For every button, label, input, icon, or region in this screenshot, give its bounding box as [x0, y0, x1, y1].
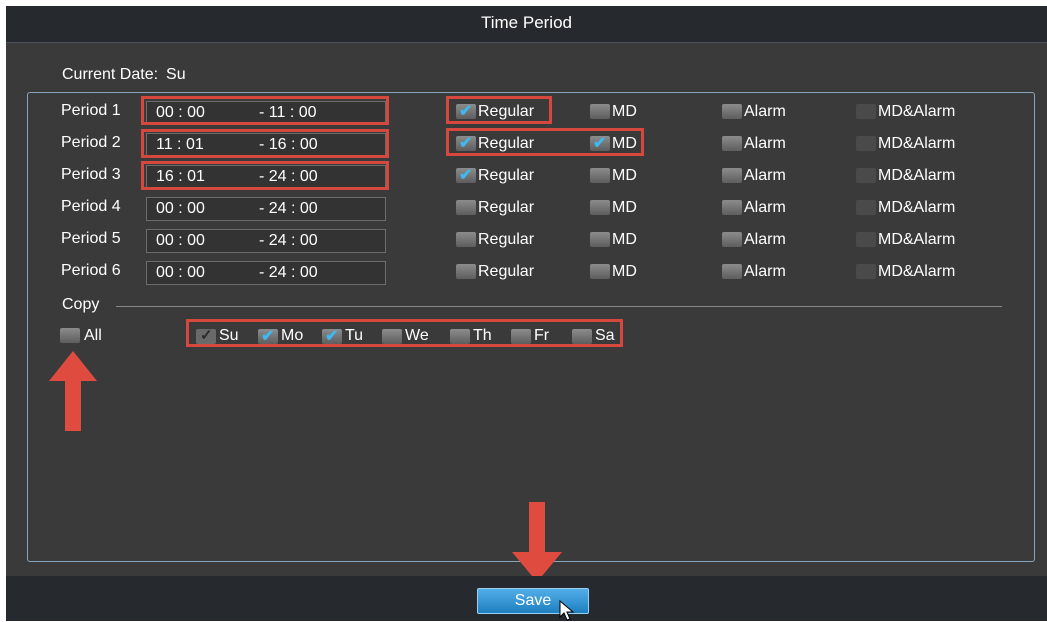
current-date: Current Date: Su	[62, 66, 186, 84]
mouse-cursor-icon	[559, 600, 575, 621]
md-checkbox[interactable]	[590, 200, 610, 215]
md-alarm-checkbox[interactable]	[856, 104, 876, 119]
start-time[interactable]: 00 : 00	[156, 198, 205, 220]
copy-label: Copy	[62, 296, 100, 313]
md-alarm-checkbox[interactable]	[856, 232, 876, 247]
period-row-6: Period 6 00 : 00 - 24 : 00 Regular MD Ala…	[28, 259, 1034, 285]
md-checkbox[interactable]	[590, 104, 610, 119]
regular-checkbox[interactable]	[456, 264, 476, 279]
alarm-label: Alarm	[744, 135, 786, 152]
time-range-input[interactable]: 00 : 00 - 24 : 00	[146, 197, 386, 221]
md-checkbox[interactable]	[590, 168, 610, 183]
alarm-checkbox[interactable]	[722, 168, 742, 183]
md-label: MD	[612, 231, 637, 248]
alarm-label: Alarm	[744, 103, 786, 120]
alarm-label: Alarm	[744, 199, 786, 216]
time-period-window: Time Period Current Date: Su Period 1 00 …	[6, 6, 1047, 621]
end-time[interactable]: - 24 : 00	[259, 230, 318, 252]
md-label: MD	[612, 263, 637, 280]
alarm-label: Alarm	[744, 231, 786, 248]
md-alarm-checkbox[interactable]	[856, 200, 876, 215]
mo-checkbox[interactable]	[258, 326, 278, 346]
regular-label: Regular	[478, 263, 535, 280]
regular-label: Regular	[478, 199, 535, 216]
tu-checkbox[interactable]	[322, 326, 342, 346]
current-date-label: Current Date:	[62, 66, 159, 83]
tu-label: Tu	[345, 327, 364, 344]
sa-label: Sa	[595, 327, 615, 344]
highlight-regular-md-2	[446, 128, 644, 156]
regular-checkbox[interactable]	[456, 232, 476, 247]
window-title: Time Period	[6, 6, 1047, 43]
th-label: Th	[473, 327, 492, 344]
md-alarm-label: MD&Alarm	[878, 103, 956, 120]
regular-checkbox[interactable]	[456, 200, 476, 215]
alarm-checkbox[interactable]	[722, 200, 742, 215]
alarm-checkbox[interactable]	[722, 232, 742, 247]
md-checkbox[interactable]	[590, 232, 610, 247]
md-alarm-label: MD&Alarm	[878, 199, 956, 216]
period-label: Period 6	[61, 262, 121, 279]
md-alarm-label: MD&Alarm	[878, 167, 956, 184]
regular-label: Regular	[478, 231, 535, 248]
time-range-input[interactable]: 00 : 00 - 24 : 00	[146, 229, 386, 253]
all-label: All	[84, 327, 102, 344]
all-checkbox[interactable]	[60, 328, 80, 343]
period-label: Period 4	[61, 198, 121, 215]
alarm-checkbox[interactable]	[722, 104, 742, 119]
md-alarm-checkbox[interactable]	[856, 264, 876, 279]
md-alarm-label: MD&Alarm	[878, 231, 956, 248]
mo-label: Mo	[281, 327, 304, 344]
regular-checkbox[interactable]	[456, 165, 476, 185]
sa-checkbox[interactable]	[572, 329, 592, 344]
period-row-5: Period 5 00 : 00 - 24 : 00 Regular MD Ala…	[28, 227, 1034, 253]
regular-label: Regular	[478, 167, 535, 184]
start-time[interactable]: 00 : 00	[156, 230, 205, 252]
md-alarm-label: MD&Alarm	[878, 135, 956, 152]
time-range-input[interactable]: 00 : 00 - 24 : 00	[146, 261, 386, 285]
md-alarm-label: MD&Alarm	[878, 263, 956, 280]
highlight-period-3	[141, 161, 389, 190]
highlight-period-1	[141, 96, 389, 125]
alarm-label: Alarm	[744, 263, 786, 280]
current-date-value: Su	[166, 66, 186, 83]
su-checkbox[interactable]: ✓	[196, 327, 216, 344]
md-label: MD	[612, 103, 637, 120]
period-label: Period 1	[61, 102, 121, 119]
md-checkbox[interactable]	[590, 264, 610, 279]
annotation-down-arrow	[512, 502, 562, 582]
fr-checkbox[interactable]	[511, 329, 531, 344]
copy-divider	[116, 306, 1002, 307]
period-label: Period 3	[61, 166, 121, 183]
we-checkbox[interactable]	[382, 329, 402, 344]
md-alarm-checkbox[interactable]	[856, 136, 876, 151]
th-checkbox[interactable]	[450, 329, 470, 344]
md-alarm-checkbox[interactable]	[856, 168, 876, 183]
we-label: We	[405, 327, 429, 344]
highlight-period-2	[141, 129, 389, 158]
period-row-4: Period 4 00 : 00 - 24 : 00 Regular MD Ala…	[28, 195, 1034, 221]
fr-label: Fr	[534, 327, 550, 344]
period-label: Period 5	[61, 230, 121, 247]
alarm-checkbox[interactable]	[722, 264, 742, 279]
alarm-checkbox[interactable]	[722, 136, 742, 151]
start-time[interactable]: 00 : 00	[156, 262, 205, 284]
alarm-label: Alarm	[744, 167, 786, 184]
su-label: Su	[219, 327, 239, 344]
md-label: MD	[612, 199, 637, 216]
annotation-up-arrow	[49, 351, 97, 431]
highlight-regular-1	[446, 96, 552, 124]
end-time[interactable]: - 24 : 00	[259, 198, 318, 220]
md-label: MD	[612, 167, 637, 184]
period-label: Period 2	[61, 134, 121, 151]
end-time[interactable]: - 24 : 00	[259, 262, 318, 284]
